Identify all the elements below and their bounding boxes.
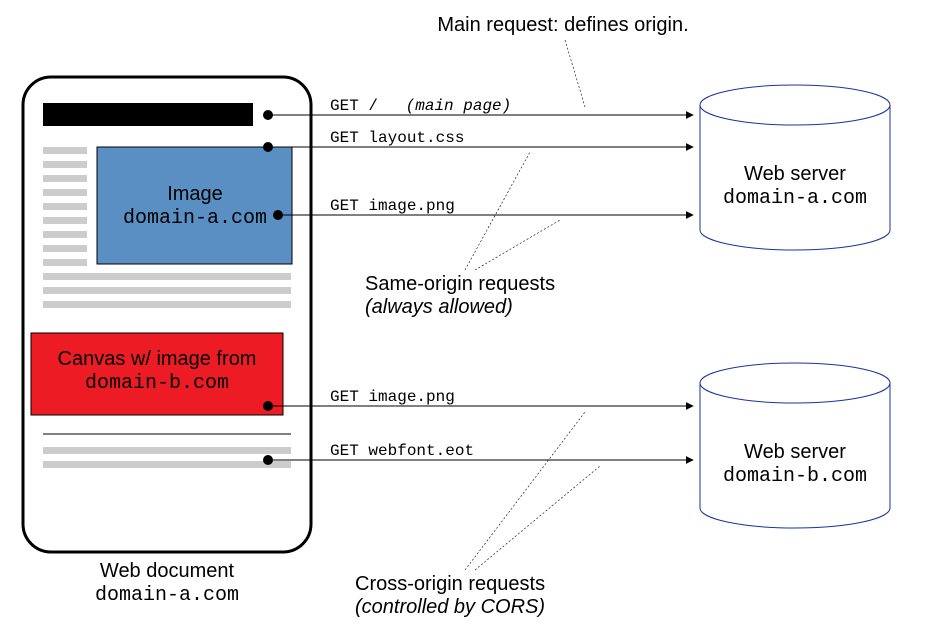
svg-text:GET webfont.eot: GET webfont.eot (330, 442, 474, 460)
server-a: Web server domain-a.com (700, 85, 890, 250)
web-document-caption-domain: domain-a.com (95, 584, 239, 607)
same-origin-label-l2: (always allowed) (365, 296, 513, 318)
page-header-bar (43, 103, 253, 126)
canvas-box-domain: domain-b.com (85, 372, 229, 395)
svg-text:GET image.png: GET image.png (330, 388, 455, 406)
image-box-domain: domain-a.com (123, 207, 267, 230)
server-b-domain: domain-b.com (723, 465, 867, 488)
image-box (97, 147, 292, 264)
server-b-title: Web server (744, 441, 846, 463)
request-layout-css: GET layout.css (263, 129, 693, 152)
svg-text:GET / (main page): GET / (main page) (330, 97, 511, 115)
request-main-page: GET / (main page) (263, 97, 693, 120)
web-document-caption-title: Web document (100, 560, 235, 582)
svg-text:GET image.png: GET image.png (330, 197, 455, 215)
server-a-title: Web server (744, 163, 846, 185)
main-request-leader-line (565, 40, 585, 107)
request-image-png-a: GET image.png (273, 197, 693, 220)
server-a-domain: domain-a.com (723, 187, 867, 210)
server-b: Web server domain-b.com (700, 363, 890, 528)
main-request-label: Main request: defines origin. (437, 14, 688, 36)
cross-origin-label-l2: (controlled by CORS) (355, 596, 545, 618)
request-image-png-b: GET image.png (263, 388, 693, 411)
svg-text:GET layout.css: GET layout.css (330, 129, 464, 147)
image-box-label: Image (167, 183, 223, 205)
same-origin-leader-2 (475, 220, 560, 270)
canvas-box-label: Canvas w/ image from (58, 348, 257, 370)
cross-origin-leader-2 (475, 466, 600, 570)
same-origin-label-l1: Same-origin requests (365, 273, 555, 295)
request-webfont-eot: GET webfont.eot (263, 442, 693, 465)
cross-origin-leader-1 (465, 412, 585, 570)
same-origin-leader-1 (465, 152, 530, 270)
cross-origin-label-l1: Cross-origin requests (355, 573, 545, 595)
